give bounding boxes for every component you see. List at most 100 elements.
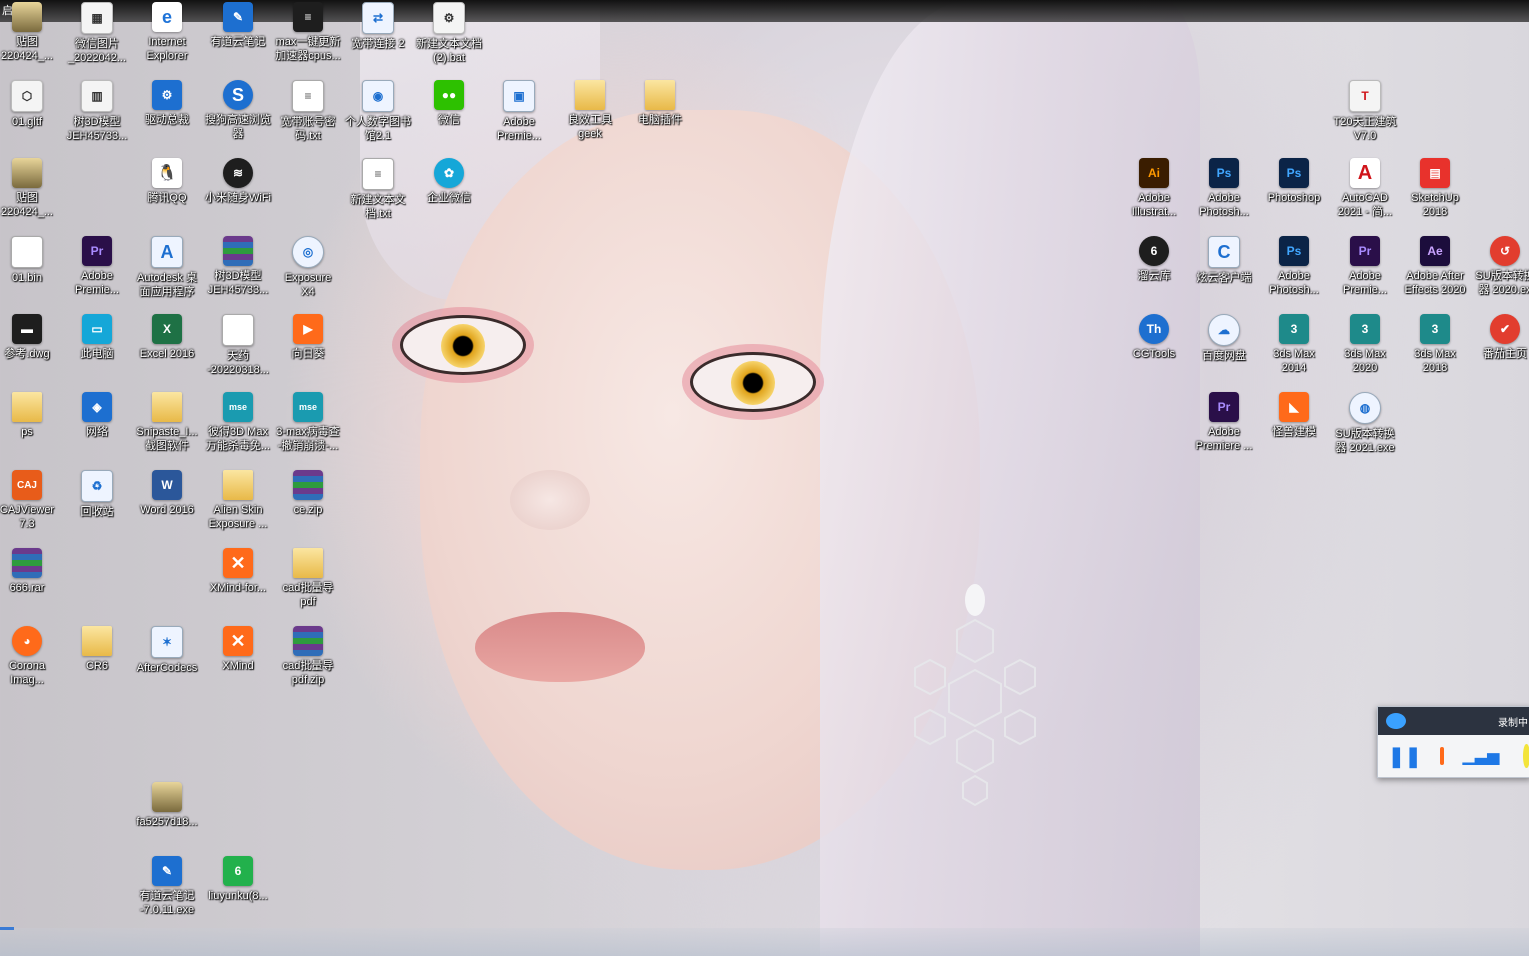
desktop-icon[interactable]: ▭ 此电脑	[62, 314, 132, 361]
dwg-file-icon: ▬	[12, 314, 42, 344]
desktop-icon[interactable]: ●● 微信	[414, 80, 484, 127]
desktop-icon[interactable]: 良效工具 geek	[555, 80, 625, 141]
desktop-icon[interactable]: 树3D模型 JEH45733...	[203, 236, 273, 297]
desktop-icon[interactable]: 3 3ds Max 2020	[1330, 314, 1400, 375]
desktop-icon[interactable]: ✎ 有道云笔记	[203, 2, 273, 49]
screen-recorder-widget[interactable]: 录制中 ❚❚ ▁▃▅	[1377, 706, 1529, 778]
library-icon: ◉	[362, 80, 394, 112]
mse-installer-icon: mse	[223, 392, 253, 422]
desktop-icon[interactable]: Th CGTools	[1119, 314, 1189, 361]
desktop-icon[interactable]: ▥ 树3D模型 JEH45733...	[62, 80, 132, 143]
desktop-icon[interactable]: C 炫云客户端	[1189, 236, 1259, 285]
desktop-icon[interactable]: Ae Adobe After Effects 2020	[1400, 236, 1470, 297]
desktop-icon[interactable]: mse 彼得3D Max 万能杀毒免...	[203, 392, 273, 453]
desktop-icon[interactable]: CAJ CAJViewer 7.3	[0, 470, 62, 531]
desktop-icon[interactable]: 01.bin	[0, 236, 62, 285]
wallpaper-earring	[914, 584, 1036, 807]
desktop-icon[interactable]: Ps Photoshop	[1259, 158, 1329, 205]
desktop-icon[interactable]: cad批量导 pdf	[273, 548, 343, 609]
desktop-icon[interactable]: Ps Adobe Photosh...	[1189, 158, 1259, 219]
desktop-icon[interactable]: ps	[0, 392, 62, 439]
bin-file-icon	[11, 236, 43, 268]
desktop-icon[interactable]: 3 3ds Max 2014	[1259, 314, 1329, 375]
recorder-header[interactable]: 录制中	[1378, 707, 1529, 735]
internet-explorer-icon: e	[152, 2, 182, 32]
desktop-icon[interactable]: ce.zip	[273, 470, 343, 517]
batch-file-icon: ⚙	[433, 2, 465, 34]
wecom-icon: ✿	[434, 158, 464, 188]
desktop-icon[interactable]: ▬ 参考.dwg	[0, 314, 62, 361]
desktop-icon[interactable]: Pr Adobe Premiere ...	[1189, 392, 1259, 453]
liuyunku-icon: 6	[223, 856, 253, 886]
desktop-icon[interactable]: A AutoCAD 2021 - 简...	[1330, 158, 1400, 219]
folder-icon	[152, 392, 182, 422]
desktop-icon[interactable]: e Internet Explorer	[132, 2, 202, 63]
installer-icon	[223, 470, 253, 500]
stop-icon[interactable]	[1439, 747, 1445, 765]
wallpaper-right-eye	[690, 352, 816, 412]
desktop-icon[interactable]: ✶ AfterCodecs	[132, 626, 202, 675]
desktop-icon[interactable]: S 搜狗高速浏览 器	[203, 80, 273, 141]
desktop-icon[interactable]: ◉ 个人数字图书 馆2.1	[343, 80, 413, 143]
desktop-icon[interactable]: 6 溜云库	[1119, 236, 1189, 283]
desktop-icon[interactable]: cad批量导 pdf.zip	[273, 626, 343, 687]
desktop-icon[interactable]: ♻ 回收站	[62, 470, 132, 519]
desktop-icon[interactable]: ⬡ 01.gltf	[0, 80, 62, 129]
desktop-icon[interactable]: ≡ max一键更新 加速器cpus...	[273, 2, 343, 63]
sketchup-converter-icon: ↺	[1490, 236, 1520, 266]
desktop-icon[interactable]: ▶ 向日葵	[273, 314, 343, 361]
desktop-icon[interactable]: Ps Adobe Photosh...	[1259, 236, 1329, 297]
desktop-icon[interactable]: 电脑插件	[625, 80, 695, 127]
pause-icon[interactable]: ❚❚	[1388, 744, 1422, 769]
desktop-icon[interactable]: ≡ 宽带账号密 码.txt	[273, 80, 343, 143]
desktop-icon[interactable]: 666.rar	[0, 548, 62, 595]
desktop-icon[interactable]: ◎ Exposure X4	[273, 236, 343, 299]
desktop-icon[interactable]: 3 3ds Max 2018	[1400, 314, 1470, 375]
desktop-icon[interactable]: ☁ 百度网盘	[1189, 314, 1259, 363]
desktop-icon[interactable]: Snipaste_I... 截图软件	[132, 392, 202, 453]
driver-icon: ⚙	[152, 80, 182, 110]
desktop-icon[interactable]: Pr Adobe Premie...	[62, 236, 132, 297]
desktop-icon[interactable]: A Autodesk 桌 面应用程序	[132, 236, 202, 299]
desktop-icon[interactable]: fa5257d18...	[132, 782, 202, 829]
desktop-icon[interactable]: CR6	[62, 626, 132, 673]
desktop-icon[interactable]: Alien Skin Exposure ...	[203, 470, 273, 531]
desktop-icon[interactable]: 贴图 220424_...	[0, 2, 62, 63]
desktop-icon[interactable]: ⚙ 驱动总裁	[132, 80, 202, 127]
desktop-icon[interactable]: ✎ 有道云笔记 -7.0.11.exe	[132, 856, 202, 917]
desktop-icon[interactable]: ▤ SketchUp 2018	[1400, 158, 1470, 219]
desktop-icon[interactable]: ⇄ 宽带连接 2	[343, 2, 413, 51]
exe-icon: ≡	[293, 2, 323, 32]
desktop-icon[interactable]: ↺ SU版本转换 器 2020.ex	[1470, 236, 1529, 297]
desktop-icon[interactable]: ⚙ 新建文本文档 (2).bat	[414, 2, 484, 65]
3ds-max-icon: 3	[1420, 314, 1450, 344]
audio-level-icon[interactable]: ▁▃▅	[1462, 746, 1499, 766]
desktop-icon[interactable]: 6 liuyunku(8...	[203, 856, 273, 903]
desktop-icon[interactable]: ◈ 网络	[62, 392, 132, 439]
desktop-icon[interactable]: mse 3-max病毒查 -撤销崩溃-...	[273, 392, 343, 453]
desktop-icon[interactable]: 贴图 220424_...	[0, 158, 62, 219]
desktop-icon[interactable]: Ai Adobe Illustrat...	[1119, 158, 1189, 219]
desktop-icon[interactable]: 🐧 腾讯QQ	[132, 158, 202, 205]
this-pc-icon: ▭	[82, 314, 112, 344]
desktop-icon[interactable]: ✿ 企业微信	[414, 158, 484, 205]
desktop-icon[interactable]: ✔ 番茄主页	[1470, 314, 1529, 361]
marker-icon[interactable]	[1523, 744, 1529, 768]
desktop-icon[interactable]: X Excel 2016	[132, 314, 202, 361]
liuyunku-icon: 6	[1139, 236, 1169, 266]
recorder-controls: ❚❚ ▁▃▅	[1378, 735, 1529, 777]
desktop-icon[interactable]: ≋ 小米随身WiFi	[203, 158, 273, 205]
desktop-icon[interactable]: ◍ SU版本转换 器 2021.exe	[1330, 392, 1400, 455]
desktop-icon[interactable]: T T20天正建筑 V7.0	[1330, 80, 1400, 143]
desktop-icon[interactable]: ▦ 微信图片 _2022042...	[62, 2, 132, 65]
corona-image-icon: ◕	[12, 626, 42, 656]
desktop-icon[interactable]: ◕ Corona Imag...	[0, 626, 62, 687]
desktop-icon[interactable]: ✕ XMind-for...	[203, 548, 273, 595]
desktop-icon[interactable]: ◣ 怪兽建模	[1259, 392, 1329, 439]
desktop-icon[interactable]: ▣ Adobe Premie...	[484, 80, 554, 143]
desktop-icon[interactable]: ≡ 新建文本文 档.txt	[343, 158, 413, 221]
desktop-icon[interactable]: ✕ XMind	[203, 626, 273, 673]
desktop-icon[interactable]: 天药 -20220318...	[203, 314, 273, 377]
desktop-icon[interactable]: Pr Adobe Premie...	[1330, 236, 1400, 297]
desktop-icon[interactable]: W Word 2016	[132, 470, 202, 517]
